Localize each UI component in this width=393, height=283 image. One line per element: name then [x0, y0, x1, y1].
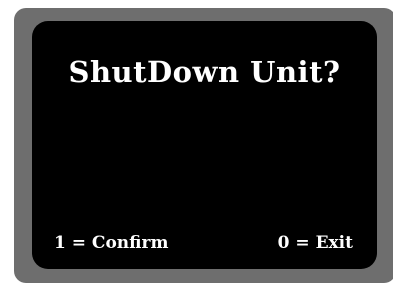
- confirm-softkey-label[interactable]: 1 = Confirm: [54, 233, 168, 253]
- exit-softkey-label[interactable]: 0 = Exit: [278, 233, 353, 253]
- shutdown-prompt-title: ShutDown Unit?: [68, 55, 341, 89]
- display-screen: ShutDown Unit? 1 = Confirm 0 = Exit: [32, 21, 377, 269]
